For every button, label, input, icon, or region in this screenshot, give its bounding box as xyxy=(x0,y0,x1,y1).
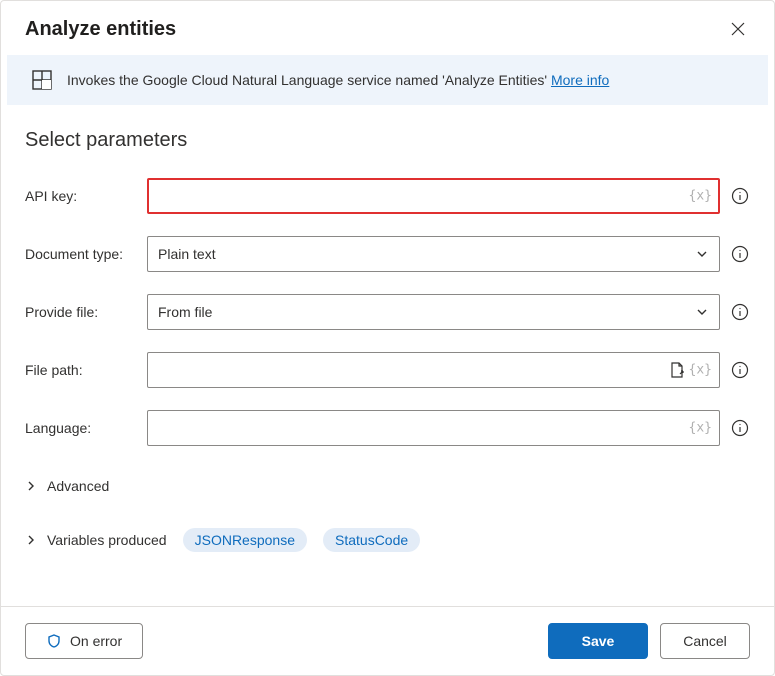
on-error-label: On error xyxy=(70,633,122,649)
action-icon xyxy=(31,69,53,91)
banner-text: Invokes the Google Cloud Natural Languag… xyxy=(67,72,609,88)
field-api-key: {x} xyxy=(147,178,750,214)
provide-file-select[interactable]: From file xyxy=(147,294,720,330)
variable-chip-status[interactable]: StatusCode xyxy=(323,528,420,552)
save-label: Save xyxy=(582,633,615,649)
label-file-path: File path: xyxy=(25,362,147,378)
variables-produced-row: Variables produced JSONResponse StatusCo… xyxy=(25,518,750,562)
info-button-document-type[interactable] xyxy=(730,244,750,264)
provide-file-value: From file xyxy=(158,304,212,320)
variable-chip-json[interactable]: JSONResponse xyxy=(183,528,307,552)
info-icon xyxy=(731,419,749,437)
label-api-key: API key: xyxy=(25,188,147,204)
info-button-provide-file[interactable] xyxy=(730,302,750,322)
field-language: {x} xyxy=(147,410,750,446)
expander-variables[interactable]: Variables produced xyxy=(25,532,167,548)
label-provide-file: Provide file: xyxy=(25,304,147,320)
expander-advanced[interactable]: Advanced xyxy=(25,468,750,504)
field-provide-file: From file xyxy=(147,294,750,330)
footer-left: On error xyxy=(25,623,143,659)
select-wrap-provide-file: From file xyxy=(147,294,720,330)
language-input[interactable] xyxy=(147,410,720,446)
variables-label: Variables produced xyxy=(47,532,167,548)
info-banner: Invokes the Google Cloud Natural Languag… xyxy=(7,55,768,105)
input-wrap-language: {x} xyxy=(147,410,720,446)
shield-icon xyxy=(46,633,62,649)
info-icon xyxy=(731,361,749,379)
footer-right: Save Cancel xyxy=(548,623,750,659)
dialog-header: Analyze entities xyxy=(1,1,774,55)
dialog: Analyze entities Invokes the Google Clou… xyxy=(0,0,775,676)
input-wrap-api-key: {x} xyxy=(147,178,720,214)
info-button-file-path[interactable] xyxy=(730,360,750,380)
document-type-value: Plain text xyxy=(158,246,216,262)
banner-text-content: Invokes the Google Cloud Natural Languag… xyxy=(67,72,551,88)
row-provide-file: Provide file: From file xyxy=(25,294,750,330)
chevron-right-icon xyxy=(25,480,37,492)
document-type-select[interactable]: Plain text xyxy=(147,236,720,272)
row-api-key: API key: {x} xyxy=(25,178,750,214)
info-icon xyxy=(731,303,749,321)
row-document-type: Document type: Plain text xyxy=(25,236,750,272)
row-language: Language: {x} xyxy=(25,410,750,446)
select-wrap-document-type: Plain text xyxy=(147,236,720,272)
more-info-link[interactable]: More info xyxy=(551,72,609,88)
label-document-type: Document type: xyxy=(25,246,147,262)
info-icon xyxy=(731,187,749,205)
field-document-type: Plain text xyxy=(147,236,750,272)
chevron-right-icon xyxy=(25,534,37,546)
dialog-title: Analyze entities xyxy=(25,18,176,41)
close-icon xyxy=(730,21,746,37)
chevron-down-icon xyxy=(695,247,709,261)
info-button-language[interactable] xyxy=(730,418,750,438)
dialog-footer: On error Save Cancel xyxy=(1,606,774,675)
cancel-label: Cancel xyxy=(683,633,727,649)
input-wrap-file-path: {x} xyxy=(147,352,720,388)
save-button[interactable]: Save xyxy=(548,623,648,659)
chevron-down-icon xyxy=(695,305,709,319)
close-button[interactable] xyxy=(726,17,750,41)
field-file-path: {x} xyxy=(147,352,750,388)
info-button-api-key[interactable] xyxy=(730,186,750,206)
info-icon xyxy=(731,245,749,263)
on-error-button[interactable]: On error xyxy=(25,623,143,659)
label-language: Language: xyxy=(25,420,147,436)
file-path-input[interactable] xyxy=(147,352,720,388)
advanced-label: Advanced xyxy=(47,478,109,494)
cancel-button[interactable]: Cancel xyxy=(660,623,750,659)
section-title: Select parameters xyxy=(25,129,750,152)
dialog-content: Select parameters API key: {x} Document … xyxy=(1,105,774,606)
row-file-path: File path: {x} xyxy=(25,352,750,388)
api-key-input[interactable] xyxy=(147,178,720,214)
